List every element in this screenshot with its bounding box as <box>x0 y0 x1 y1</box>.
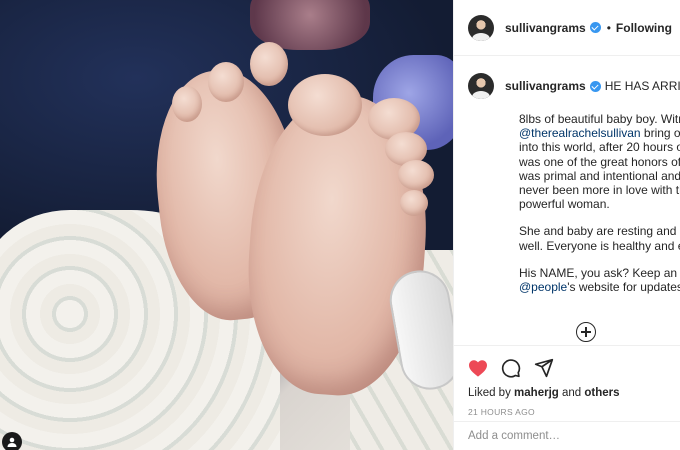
caption-line: @therealrachelsullivan bring our first s <box>519 126 680 140</box>
caption-body: 8lbs of beautiful baby boy. Witnessing @… <box>519 112 680 294</box>
mention-link[interactable]: @people <box>519 280 567 294</box>
caption-line: @people's website for updates. <box>519 280 680 294</box>
likes-summary: Liked by maherjg and others <box>468 387 680 399</box>
post-side-panel: sullivangrams • Following sullivangrams … <box>453 0 680 450</box>
post-timestamp[interactable]: 21 HOURS AGO <box>468 407 680 417</box>
following-button[interactable]: Following <box>616 21 672 35</box>
verified-badge-icon <box>589 22 601 33</box>
separator: • <box>606 20 611 35</box>
caption-area: sullivangrams HE HAS ARRIVED! 8lbs of be… <box>454 57 680 301</box>
photo-detail <box>172 86 202 122</box>
avatar[interactable] <box>468 73 494 99</box>
caption-line: His NAME, you ask? Keep an eye on <box>519 265 680 280</box>
photo-detail <box>398 160 434 190</box>
photo-detail <box>208 62 244 102</box>
post-actions: Liked by maherjg and others 21 HOURS AGO <box>454 345 680 421</box>
photo-detail <box>400 190 428 216</box>
tagged-user-icon[interactable] <box>2 432 22 450</box>
mention-link[interactable]: @therealrachelsullivan <box>519 126 641 140</box>
share-button[interactable] <box>534 358 554 378</box>
caption-line: was primal and intentional and I have <box>519 168 680 183</box>
heart-icon <box>469 360 487 377</box>
caption-line: was one of the great honors of my life. <box>519 154 680 169</box>
caption-username[interactable]: sullivangrams <box>505 79 586 93</box>
comment-icon <box>501 359 521 378</box>
caption-line: into this world, after 20 hours of labor… <box>519 140 680 155</box>
action-bar <box>468 356 680 380</box>
add-circle-icon[interactable] <box>576 322 596 342</box>
user-icon <box>7 437 17 447</box>
likes-prefix: Liked by <box>468 387 511 399</box>
avatar[interactable] <box>468 14 494 41</box>
comment-button[interactable] <box>501 358 521 378</box>
caption-line: powerful woman. <box>519 197 610 212</box>
caption-line: well. Everyone is healthy and exhauste <box>519 238 680 253</box>
caption-line: She and baby are resting and recoverin <box>519 224 680 239</box>
caption-header: sullivangrams HE HAS ARRIVED! <box>468 73 680 99</box>
caption-line: never been more in love with this <box>519 183 680 198</box>
post-header: sullivangrams • Following <box>454 0 680 56</box>
verified-badge-icon <box>589 80 601 92</box>
caption-text: 's website for updates. <box>567 280 680 295</box>
caption-paragraph: His NAME, you ask? Keep an eye on @peopl… <box>519 266 680 294</box>
photo-detail <box>288 74 362 136</box>
liked-by-user[interactable]: maherjg <box>514 387 559 399</box>
liked-by-others[interactable]: others <box>584 387 619 399</box>
share-icon <box>534 358 554 378</box>
comment-form: P <box>454 421 680 450</box>
post-photo[interactable] <box>0 0 453 450</box>
caption-line: 8lbs of beautiful baby boy. Witnessing <box>519 112 680 126</box>
photo-detail <box>250 42 288 86</box>
caption-first-line: HE HAS ARRIVED! <box>604 79 680 93</box>
header-username[interactable]: sullivangrams <box>505 21 586 35</box>
like-button[interactable] <box>468 358 488 378</box>
likes-joiner: and <box>562 387 582 399</box>
caption-paragraph: 8lbs of beautiful baby boy. Witnessing @… <box>519 112 680 211</box>
caption-paragraph: She and baby are resting and recoverin w… <box>519 224 680 252</box>
comment-input[interactable] <box>468 430 658 442</box>
caption-text: bring our first s <box>643 126 680 141</box>
